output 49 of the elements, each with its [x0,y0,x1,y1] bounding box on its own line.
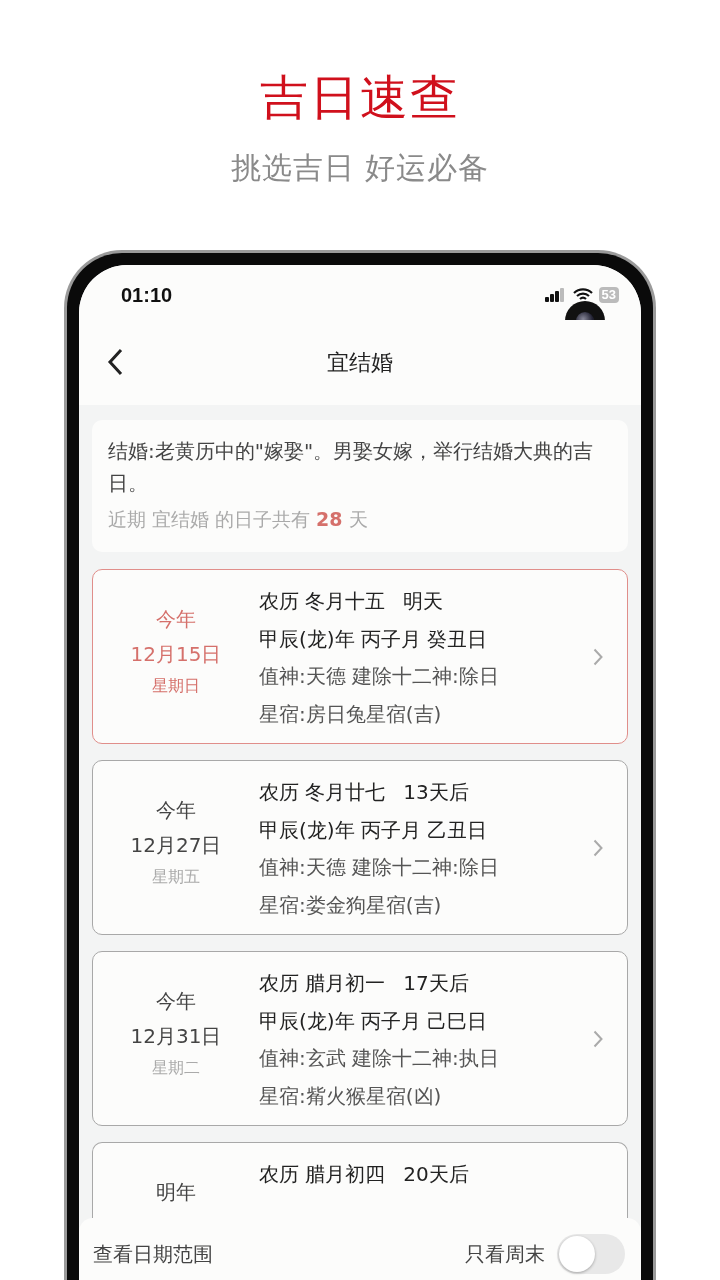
day-card[interactable]: 今年 12月31日 星期二 农历 腊月初一 17天后 甲辰(龙)年 丙子月 己巳日 值神:玄武 建除十二神:执日 星宿:觜火猴星宿(凶) [92,951,628,1126]
relative-day: 20天后 [403,1162,469,1186]
lunar-date: 农历 腊月初一 [259,971,386,995]
date-label: 12月15日 [130,641,222,668]
wifi-icon [572,288,593,302]
status-time: 01:10 [121,283,173,307]
mansion-text: 星宿:娄金狗星宿(吉) [259,891,443,919]
chevron-right-icon [593,648,603,666]
deity-text: 值神:天德 建除十二神:除日 [259,663,500,690]
date-range-link[interactable]: 查看日期范围 [93,1240,213,1268]
ganzhi-text: 甲辰(龙)年 丙子月 乙丑日 [259,816,489,844]
chevron-right-icon [593,1030,603,1048]
day-card[interactable]: 今年 12月15日 星期日 农历 冬月十五 明天 甲辰(龙)年 丙子月 癸丑日 值神:天德 建除十二神:除日 星宿:房日兔星宿(吉) [92,569,628,744]
battery-level: 53 [598,287,619,303]
weekday-label: 星期二 [152,1058,200,1079]
chevron-right-icon [593,839,603,857]
weekend-toggle[interactable] [557,1234,625,1274]
page-title: 宜结婚 [327,348,393,377]
weekday-label: 星期日 [152,676,200,697]
mansion-text: 星宿:觜火猴星宿(凶) [259,1082,443,1110]
deity-text: 值神:天德 建除十二神:除日 [259,854,500,881]
mansion-text: 星宿:房日兔星宿(吉) [259,700,443,728]
ganzhi-text: 甲辰(龙)年 丙子月 癸丑日 [259,625,489,653]
weekend-label: 只看周末 [465,1240,545,1268]
promo-subtitle: 挑选吉日 好运必备 [230,149,490,187]
date-label: 12月27日 [130,832,222,859]
ganzhi-text: 甲辰(龙)年 丙子月 己巳日 [259,1007,489,1035]
signal-icon [544,288,567,302]
date-label: 12月31日 [130,1023,222,1050]
day-card[interactable]: 今年 12月27日 星期五 农历 冬月廿七 13天后 甲辰(龙)年 丙子月 乙丑日 值神:天德 建除十二神:除日 星宿:娄金狗星宿(吉) [92,760,628,935]
lunar-date: 农历 腊月初四 [259,1162,386,1186]
summary-text: 近期 宜结婚 的日子共有 [108,507,311,532]
year-label: 明年 [156,1179,196,1206]
relative-day: 明天 [403,589,444,613]
year-label: 今年 [156,988,196,1015]
day-count: 28 [316,507,343,532]
back-button[interactable] [105,346,125,378]
year-label: 今年 [156,797,196,824]
relative-day: 13天后 [403,780,469,804]
summary-unit: 天 [348,507,368,532]
day-card[interactable]: 明年 农历 腊月初四 20天后 [92,1142,628,1218]
relative-day: 17天后 [403,971,469,995]
year-label: 今年 [156,606,196,633]
promo-title: 吉日速查 [260,68,460,126]
weekday-label: 星期五 [152,867,200,888]
lunar-date: 农历 冬月廿七 [259,780,386,804]
lunar-date: 农历 冬月十五 [259,589,386,613]
deity-text: 值神:玄武 建除十二神:执日 [259,1045,500,1072]
description-text: 结婚:老黄历中的"嫁娶"。男娶女嫁，举行结婚大典的吉日。 [108,438,595,497]
